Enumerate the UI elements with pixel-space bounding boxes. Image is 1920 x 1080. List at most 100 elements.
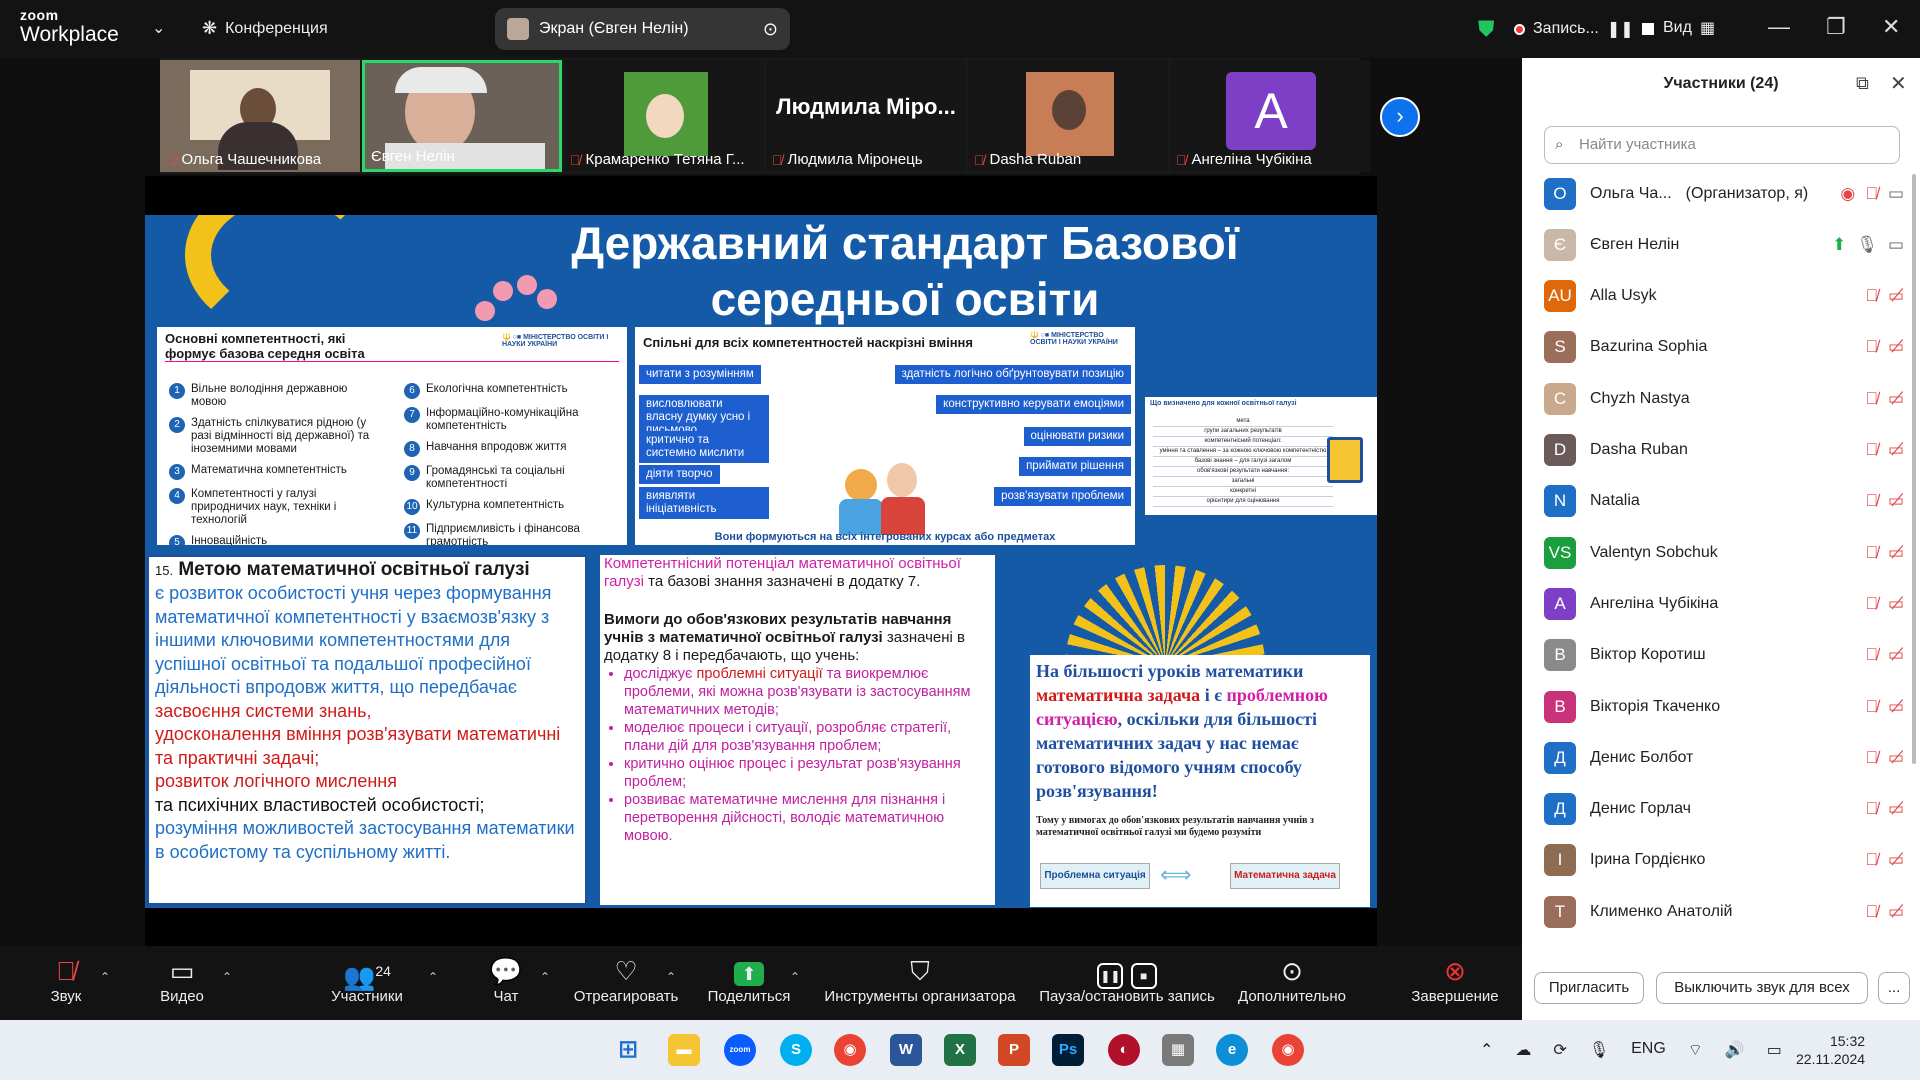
panel-more-button[interactable]: ... xyxy=(1878,972,1910,1004)
video-off-icon[interactable]: ▭̸ xyxy=(1888,799,1904,819)
mic-tray-icon[interactable]: 🎙 xyxy=(1589,1040,1609,1060)
thumbnail-4[interactable]: Людмила Міро... 🎙̸ Людмила Міронець xyxy=(766,60,966,172)
share-button[interactable]: ⬆ Поделиться xyxy=(706,954,792,1005)
video-off-icon[interactable]: ▭̸ xyxy=(1888,748,1904,768)
tray-chevron-icon[interactable]: ⌃ xyxy=(1480,1040,1493,1060)
video-button[interactable]: ▭ Видео xyxy=(152,954,212,1005)
video-off-icon[interactable]: ▭̸ xyxy=(1888,337,1904,357)
skype-icon[interactable]: S xyxy=(780,1034,812,1066)
excel-icon[interactable]: X xyxy=(944,1034,976,1066)
next-page-button[interactable]: › xyxy=(1380,97,1420,137)
mic-off-icon[interactable]: 🎙̸ xyxy=(1865,286,1878,306)
search-participant-input[interactable]: ⌕ Найти участника xyxy=(1544,126,1900,164)
video-off-icon[interactable]: ▭̸ xyxy=(1888,902,1904,922)
participant-row[interactable]: A Ангеліна Чубікіна 🎙̸ ▭̸ xyxy=(1544,578,1904,629)
restore-icon[interactable]: ❐ xyxy=(1826,14,1846,40)
popout-icon[interactable]: ⧉ xyxy=(1856,73,1869,94)
thumbnail-1[interactable]: 🎙̸ Ольга Чашечникова xyxy=(160,60,360,172)
audio-button[interactable]: 🎙̸ Звук xyxy=(40,954,92,1005)
conference-info-button[interactable]: ❋ Конференция xyxy=(202,18,328,39)
battery-icon[interactable]: ▭ xyxy=(1767,1040,1782,1060)
host-tools-button[interactable]: ⛉ Инструменты организатора xyxy=(820,954,1020,1005)
react-caret-icon[interactable]: ⌃ xyxy=(666,970,676,984)
participant-row[interactable]: Д Денис Горлач 🎙̸ ▭̸ xyxy=(1544,784,1904,835)
invite-button[interactable]: Пригласить xyxy=(1534,972,1644,1004)
system-tray[interactable]: ⌃ ☁ ⟳ 🎙 ENG ⌔ 🔊 ▭ xyxy=(1480,1040,1782,1060)
end-button[interactable]: ⊗ Завершение xyxy=(1410,954,1500,1005)
mic-on-icon[interactable]: 🎙 xyxy=(1856,235,1878,255)
mic-off-icon[interactable]: 🎙̸ xyxy=(1865,440,1878,460)
participant-row[interactable]: AU Alla Usyk 🎙̸ ▭̸ xyxy=(1544,271,1904,322)
mic-off-icon[interactable]: 🎙̸ xyxy=(1865,799,1878,819)
video-on-icon[interactable]: ▭ xyxy=(1888,184,1904,204)
close-icon[interactable]: ✕ xyxy=(1882,14,1900,40)
participant-row[interactable]: Т Клименко Анатолій 🎙̸ ▭̸ xyxy=(1544,886,1904,937)
participant-row[interactable]: D Dasha Ruban 🎙̸ ▭̸ xyxy=(1544,425,1904,476)
video-caret-icon[interactable]: ⌃ xyxy=(222,970,232,984)
participant-row[interactable]: C Chyzh Nastya 🎙̸ ▭̸ xyxy=(1544,373,1904,424)
participant-row[interactable]: В Віктор Коротиш 🎙̸ ▭̸ xyxy=(1544,630,1904,681)
participant-row[interactable]: S Bazurina Sophia 🎙̸ ▭̸ xyxy=(1544,322,1904,373)
minimize-icon[interactable]: — xyxy=(1768,14,1790,40)
mic-off-icon[interactable]: 🎙̸ xyxy=(1865,389,1878,409)
cloud-icon[interactable]: ☁ xyxy=(1515,1040,1531,1060)
language-indicator[interactable]: ENG xyxy=(1631,1040,1666,1060)
thumbnail-2-active[interactable]: Євген Нелін xyxy=(362,60,562,172)
thumbnail-5[interactable]: 🎙̸ Dasha Ruban xyxy=(968,60,1168,172)
wifi-icon[interactable]: ⌔ xyxy=(1688,1040,1703,1060)
clock[interactable]: 15:32 22.11.2024 xyxy=(1796,1032,1865,1068)
screen-share-pill[interactable]: Экран (Євген Нелін) ⊙ xyxy=(495,8,790,50)
calculator-icon[interactable]: ▦ xyxy=(1162,1034,1194,1066)
participant-row[interactable]: VS Valentyn Sobchuk 🎙̸ ▭̸ xyxy=(1544,527,1904,578)
photoshop-icon[interactable]: Ps xyxy=(1052,1034,1084,1066)
mic-off-icon[interactable]: 🎙̸ xyxy=(1865,337,1878,357)
thumbnail-6[interactable]: A 🎙̸ Ангеліна Чубікіна xyxy=(1170,60,1370,172)
participants-caret-icon[interactable]: ⌃ xyxy=(428,970,438,984)
participant-row[interactable]: І Ірина Гордієнко 🎙̸ ▭̸ xyxy=(1544,835,1904,886)
participant-row[interactable]: Є Євген Нелін ⬆ 🎙 ▭ xyxy=(1544,219,1904,270)
chat-button[interactable]: 💬 Чат xyxy=(486,954,526,1005)
file-explorer-icon[interactable]: ▬ xyxy=(668,1034,700,1066)
video-off-icon[interactable]: ▭̸ xyxy=(1888,645,1904,665)
participants-button[interactable]: 👥24 Участники xyxy=(325,954,409,1005)
video-off-icon[interactable]: ▭̸ xyxy=(1888,697,1904,717)
mute-all-button[interactable]: Выключить звук для всех xyxy=(1656,972,1868,1004)
audio-caret-icon[interactable]: ⌃ xyxy=(100,970,110,984)
chrome-icon[interactable]: ◉ xyxy=(834,1034,866,1066)
mic-off-icon[interactable]: 🎙̸ xyxy=(1865,543,1878,563)
edge-icon[interactable]: e xyxy=(1216,1034,1248,1066)
start-icon[interactable]: ⊞ xyxy=(612,1034,644,1066)
participant-row[interactable]: О Ольга Ча... (Организатор, я) ◉ 🎙̸ ▭ xyxy=(1544,168,1904,219)
video-off-icon[interactable]: ▭̸ xyxy=(1888,594,1904,614)
more-button[interactable]: ⊙ Дополнительно xyxy=(1234,954,1350,1005)
chrome-profile-icon[interactable]: ◉ xyxy=(1272,1034,1304,1066)
mic-off-icon[interactable]: 🎙̸ xyxy=(1865,697,1878,717)
mic-off-icon[interactable]: 🎙̸ xyxy=(1865,594,1878,614)
mic-off-icon[interactable]: 🎙̸ xyxy=(1865,748,1878,768)
mic-off-icon[interactable]: 🎙̸ xyxy=(1865,491,1878,511)
view-button[interactable]: Вид ▦ xyxy=(1663,18,1715,38)
recording-status[interactable]: Запись... ❚❚ xyxy=(1514,19,1654,39)
close-panel-icon[interactable]: ✕ xyxy=(1890,71,1907,96)
powerpoint-icon[interactable]: P xyxy=(998,1034,1030,1066)
more-options-icon[interactable]: ⊙ xyxy=(763,19,778,40)
mic-off-icon[interactable]: 🎙̸ xyxy=(1865,850,1878,870)
zoom-app-icon[interactable]: zoom xyxy=(724,1034,756,1066)
mic-off-icon[interactable]: 🎙̸ xyxy=(1865,902,1878,922)
video-off-icon[interactable]: ▭̸ xyxy=(1888,389,1904,409)
thumbnail-3[interactable]: 🎙̸ Крамаренко Тетяна Г... xyxy=(564,60,764,172)
participant-row[interactable]: Д Денис Болбот 🎙̸ ▭̸ xyxy=(1544,732,1904,783)
video-off-icon[interactable]: ▭̸ xyxy=(1888,440,1904,460)
mic-off-icon[interactable]: 🎙̸ xyxy=(1865,645,1878,665)
menu-chevron-icon[interactable]: ⌄ xyxy=(152,18,165,38)
participant-row[interactable]: В Вікторія Ткаченко 🎙̸ ▭̸ xyxy=(1544,681,1904,732)
share-caret-icon[interactable]: ⌃ xyxy=(790,970,800,984)
participant-row[interactable]: N Natalia 🎙̸ ▭̸ xyxy=(1544,476,1904,527)
video-on-icon[interactable]: ▭ xyxy=(1888,235,1904,255)
pause-record-button[interactable]: ❚❚ ■ Пауза/остановить запись xyxy=(1036,954,1218,1005)
word-icon[interactable]: W xyxy=(890,1034,922,1066)
pause-record-icon[interactable]: ❚❚ xyxy=(1607,19,1634,39)
volume-icon[interactable]: 🔊 xyxy=(1725,1040,1745,1060)
stop-record-icon[interactable] xyxy=(1641,23,1654,35)
participants-scrollbar[interactable] xyxy=(1912,174,1916,764)
